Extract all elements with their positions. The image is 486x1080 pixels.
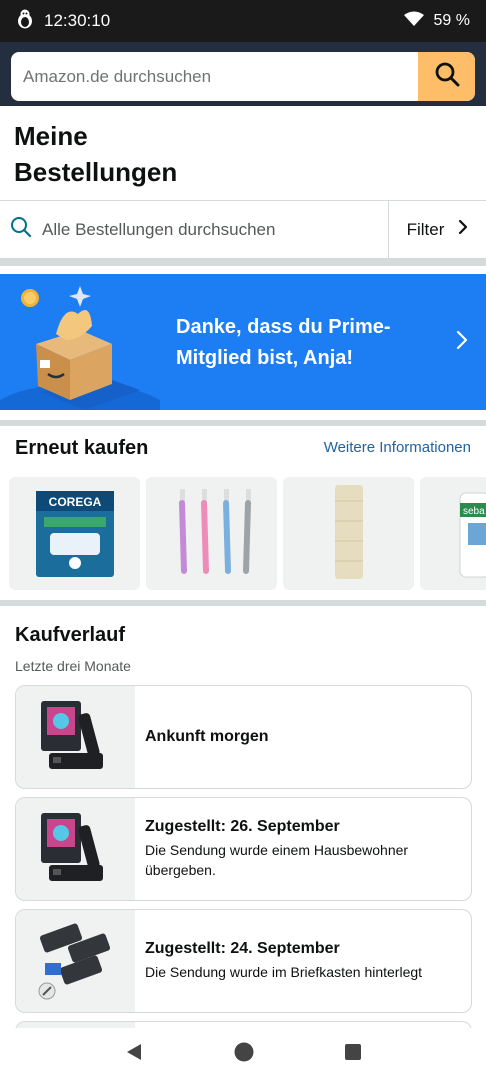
prime-banner-line1: Danke, dass du Prime- xyxy=(176,316,391,338)
filter-label: Filter xyxy=(406,219,445,239)
order-thumbnail xyxy=(16,910,135,1012)
history-title: Kaufverlauf xyxy=(15,624,126,646)
order-description-line1: Die Sendung wurde einem Hausbewohner xyxy=(145,842,409,858)
order-status: Ankunft morgen xyxy=(145,728,269,745)
section-divider xyxy=(0,259,486,266)
search-icon xyxy=(10,216,32,243)
buy-again-product[interactable]: seba xyxy=(420,477,486,590)
search-button[interactable] xyxy=(418,52,475,101)
buy-again-title: Erneut kaufen xyxy=(15,437,149,459)
recents-icon[interactable] xyxy=(344,1043,362,1066)
prime-banner-line2: Mitglied bist, Anja! xyxy=(176,347,354,369)
search-bar xyxy=(11,52,475,101)
order-thumbnail xyxy=(16,798,135,900)
system-navigation-bar xyxy=(0,1028,486,1080)
order-info: Zugestellt: 24. September Die Sendung wu… xyxy=(135,910,422,1012)
order-card[interactable]: Zugestellt: 26. September Die Sendung wu… xyxy=(15,797,472,901)
prime-banner-text: Danke, dass du Prime- Mitglied bist, Anj… xyxy=(176,312,436,374)
order-description-line2: übergeben. xyxy=(145,862,216,878)
order-card[interactable]: Zugestellt: 24. September Die Sendung wu… xyxy=(15,909,472,1013)
page-title-line1: Meine xyxy=(14,121,88,151)
toothbrushes-icon xyxy=(162,481,262,586)
notification-app-icon xyxy=(16,9,34,34)
svg-text:COREGA: COREGA xyxy=(48,495,101,509)
order-thumbnail xyxy=(16,686,135,788)
buy-again-product[interactable]: COREGA xyxy=(9,477,140,590)
orders-search-field[interactable]: Alle Bestellungen durchsuchen xyxy=(0,201,389,258)
order-description: Die Sendung wurde einem Hausbewohner übe… xyxy=(145,840,408,880)
page-title: Meine Bestellungen xyxy=(14,118,177,190)
battery-percentage: 59 % xyxy=(433,12,470,29)
clock: 12:30:10 xyxy=(44,11,111,30)
home-icon[interactable] xyxy=(233,1041,255,1068)
svg-text:seba: seba xyxy=(463,506,485,517)
history-subtitle: Letzte drei Monate xyxy=(15,658,131,674)
orders-search-bar: Alle Bestellungen durchsuchen Filter xyxy=(0,200,486,259)
usb-adapters-icon xyxy=(31,917,121,1006)
sebamed-bottle-icon: seba xyxy=(454,483,486,584)
wifi-icon xyxy=(403,11,424,32)
buy-again-product[interactable] xyxy=(283,477,414,590)
scratching-post-icon xyxy=(329,481,369,586)
chevron-right-icon xyxy=(458,219,468,240)
order-description: Die Sendung wurde im Briefkasten hinterl… xyxy=(145,962,422,982)
page-title-line2: Bestellungen xyxy=(14,157,178,187)
more-info-link[interactable]: Weitere Informationen xyxy=(324,439,471,456)
section-divider xyxy=(0,600,486,606)
order-card[interactable]: Ankunft morgen xyxy=(15,685,472,789)
chevron-right-icon xyxy=(456,330,468,355)
order-status: Zugestellt: 26. September xyxy=(145,818,340,835)
filter-button[interactable]: Filter xyxy=(389,201,486,258)
corega-box-icon: COREGA xyxy=(30,483,120,584)
search-icon xyxy=(434,61,460,92)
buy-again-carousel: COREGA seba xyxy=(9,477,486,590)
search-input[interactable] xyxy=(11,52,418,101)
hdmi-switch-icon xyxy=(31,805,121,894)
order-info: Zugestellt: 26. September Die Sendung wu… xyxy=(135,798,408,900)
order-info: Ankunft morgen xyxy=(135,686,269,788)
order-description-line1: Die Sendung wurde im Briefkasten hinterl… xyxy=(145,964,423,980)
section-divider xyxy=(0,420,486,426)
page: 12:30:10 59 % Meine xyxy=(0,0,486,1080)
orders-search-placeholder: Alle Bestellungen durchsuchen xyxy=(42,219,276,239)
buy-again-product[interactable] xyxy=(146,477,277,590)
order-status: Zugestellt: 24. September xyxy=(145,940,340,957)
back-icon[interactable] xyxy=(124,1042,144,1067)
prime-banner[interactable]: Danke, dass du Prime- Mitglied bist, Anj… xyxy=(0,274,486,410)
status-bar: 12:30:10 59 % xyxy=(0,0,486,42)
search-header xyxy=(0,42,486,106)
hdmi-switch-icon xyxy=(31,693,121,782)
